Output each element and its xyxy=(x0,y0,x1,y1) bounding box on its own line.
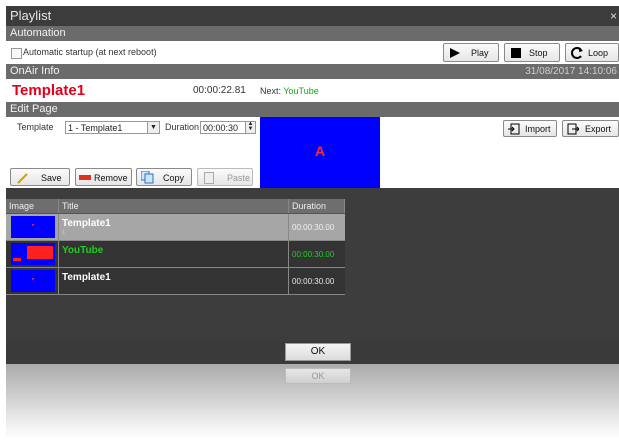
row-thumbnail xyxy=(11,243,55,265)
row-thumbnail: ▪ xyxy=(11,216,55,238)
column-header-image[interactable]: Image xyxy=(6,199,59,213)
thumbnail-red-block xyxy=(27,246,53,259)
title-bar: Playlist × xyxy=(6,6,619,26)
ok-button-reflection: OK xyxy=(285,368,351,384)
playlist-table: Image Title Duration ▪ Template1 1 00:00… xyxy=(6,199,345,295)
table-header: Image Title Duration xyxy=(6,199,345,214)
onair-next-value: YouTube xyxy=(283,86,319,96)
import-button[interactable]: Import xyxy=(503,120,557,137)
table-row[interactable]: YouTube 00:00:30.00 xyxy=(6,241,345,268)
ok-button[interactable]: OK xyxy=(285,343,351,361)
onair-current-duration: 00:00:22.81 xyxy=(193,85,246,96)
row-thumbnail: ▪ xyxy=(11,270,55,292)
table-row[interactable]: ▪ Template1 00:00:30.00 xyxy=(6,268,345,295)
row-title: Template1 xyxy=(62,218,111,229)
template-label: Template xyxy=(17,122,54,132)
window-reflection: OK xyxy=(6,364,619,440)
thumbnail-marker: ▪ xyxy=(31,276,35,283)
stop-label: Stop xyxy=(529,48,548,58)
loop-icon xyxy=(571,47,583,59)
play-label: Play xyxy=(471,48,489,58)
template-preview: A xyxy=(260,117,380,188)
stop-button[interactable]: Stop xyxy=(504,43,560,62)
startup-checkbox[interactable] xyxy=(11,48,22,59)
save-label: Save xyxy=(41,173,62,183)
play-button[interactable]: Play xyxy=(443,43,499,62)
row-duration: 00:00:30.00 xyxy=(292,223,335,232)
copy-button[interactable]: Copy xyxy=(136,168,192,186)
play-icon xyxy=(450,48,460,58)
duration-value: 00:00:30 xyxy=(203,123,239,133)
thumbnail-marker: ▪ xyxy=(31,222,35,229)
onair-header-label: OnAir Info xyxy=(10,65,60,77)
close-icon[interactable]: × xyxy=(610,6,617,26)
template-select-value: 1 - Template1 xyxy=(68,123,123,133)
row-subtitle: 1 xyxy=(62,230,66,236)
remove-label: Remove xyxy=(94,173,128,183)
duration-stepper[interactable]: 00:00:30 ▲ ▼ xyxy=(200,121,256,134)
remove-icon xyxy=(79,175,91,180)
stop-icon xyxy=(511,48,521,58)
copy-label: Copy xyxy=(163,173,185,183)
onair-next: Next: YouTube xyxy=(260,86,319,96)
onair-datetime: 31/08/2017 14:10:06 xyxy=(525,66,617,77)
pencil-icon xyxy=(17,173,28,184)
paste-label: Paste xyxy=(227,173,251,183)
playlist-grid: Image Title Duration ▪ Template1 1 00:00… xyxy=(6,199,619,334)
table-row[interactable]: ▪ Template1 1 00:00:30.00 xyxy=(6,214,345,241)
thumbnail-red-mark xyxy=(13,258,21,261)
row-duration: 00:00:30.00 xyxy=(292,250,335,259)
loop-label: Loop xyxy=(588,48,609,58)
onair-current-name: Template1 xyxy=(12,82,86,99)
edit-header: Edit Page xyxy=(6,102,619,117)
template-select[interactable]: 1 - Template1 ▼ xyxy=(65,121,160,134)
column-header-duration[interactable]: Duration xyxy=(289,199,345,213)
onair-next-label: Next: xyxy=(260,86,282,96)
column-header-title[interactable]: Title xyxy=(59,199,289,213)
onair-row: Template1 00:00:22.81 Next: YouTube xyxy=(6,79,619,102)
playlist-window: Playlist × Automation Automatic startup … xyxy=(6,6,619,364)
remove-button[interactable]: Remove xyxy=(75,168,132,186)
export-button[interactable]: Export xyxy=(562,120,619,137)
import-icon xyxy=(508,123,520,135)
copy-icon xyxy=(141,171,154,184)
export-label: Export xyxy=(585,124,612,134)
automation-header: Automation xyxy=(6,26,619,41)
paste-icon xyxy=(204,172,214,184)
automation-row: Automatic startup (at next reboot) Play … xyxy=(6,41,619,64)
onair-header: OnAir Info 31/08/2017 14:10:06 xyxy=(6,64,619,79)
window-title: Playlist xyxy=(10,8,52,23)
edit-header-label: Edit Page xyxy=(10,103,58,115)
footer-bar: OK xyxy=(6,341,619,364)
paste-button[interactable]: Paste xyxy=(197,168,253,186)
stepper-arrows-icon[interactable]: ▲ ▼ xyxy=(245,121,255,133)
startup-label: Automatic startup (at next reboot) xyxy=(23,47,157,57)
row-title: YouTube xyxy=(62,245,104,256)
export-icon xyxy=(567,123,579,135)
row-title: Template1 xyxy=(62,272,111,283)
chevron-down-icon[interactable]: ▼ xyxy=(147,122,159,133)
duration-label: Duration xyxy=(165,122,200,132)
automation-header-label: Automation xyxy=(10,27,66,39)
import-label: Import xyxy=(525,124,551,134)
row-duration: 00:00:30.00 xyxy=(292,277,335,286)
save-button[interactable]: Save xyxy=(10,168,70,186)
preview-text: A xyxy=(314,143,326,159)
loop-button[interactable]: Loop xyxy=(565,43,619,62)
edit-area: Template 1 - Template1 ▼ Duration 00:00:… xyxy=(6,117,619,188)
